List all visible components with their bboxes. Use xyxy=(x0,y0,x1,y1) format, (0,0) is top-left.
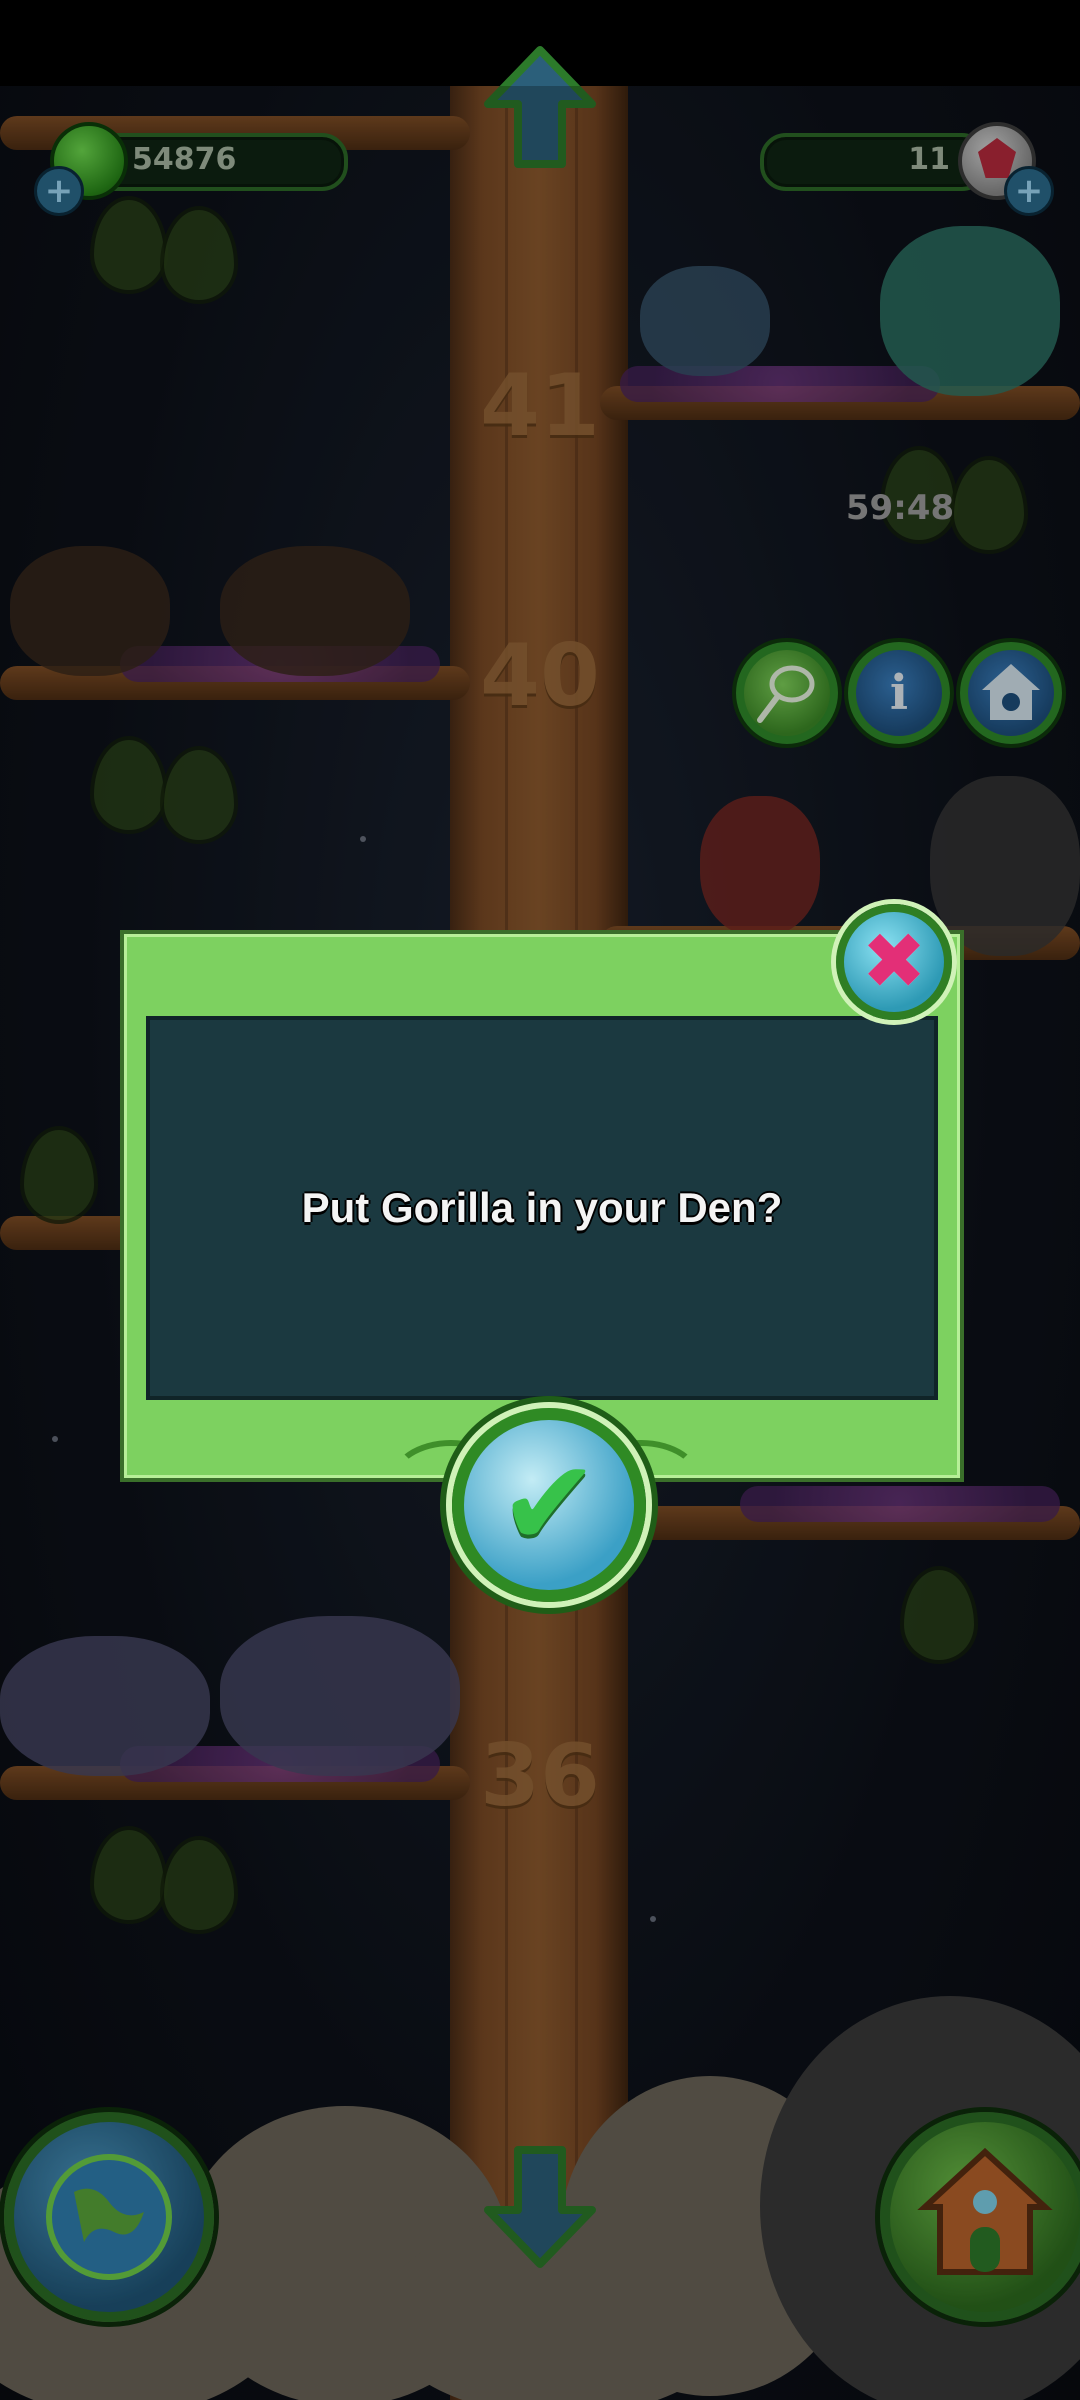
confirm-dialog: Put Gorilla in your Den? xyxy=(120,930,964,1482)
checkmark-icon: ✔ xyxy=(498,1435,600,1574)
close-x-icon: ✖ xyxy=(861,917,927,1007)
confirm-button[interactable]: ✔ xyxy=(452,1408,646,1602)
dialog-message: Put Gorilla in your Den? xyxy=(301,1184,783,1231)
close-button[interactable]: ✖ xyxy=(836,904,952,1020)
dialog-body: Put Gorilla in your Den? xyxy=(146,1016,938,1400)
